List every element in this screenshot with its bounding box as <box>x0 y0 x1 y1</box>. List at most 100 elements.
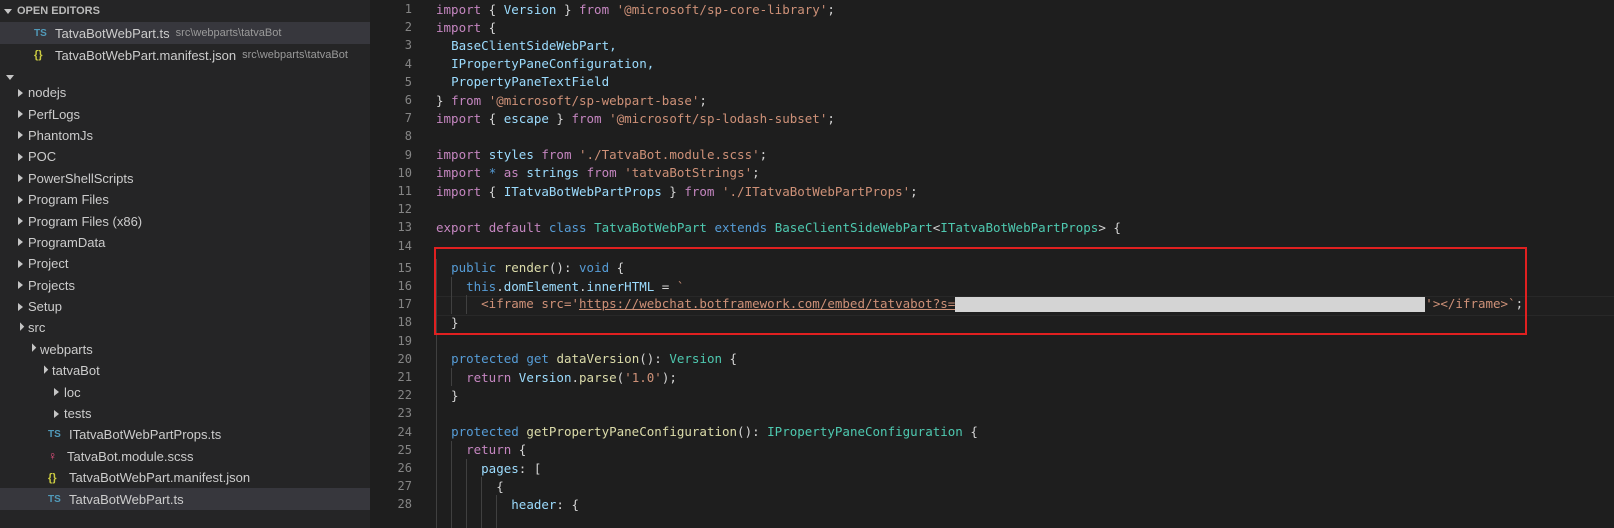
tree-folder[interactable]: Projects <box>0 275 370 296</box>
line-number: 12 <box>397 202 412 217</box>
line-number: 16 <box>397 279 412 294</box>
explorer-sidebar: OPEN EDITORS TS TatvaBotWebPart.ts src\w… <box>0 0 370 528</box>
code-line: 28 header: { <box>370 495 1614 513</box>
tree-file-selected[interactable]: TS TatvaBotWebPart.ts <box>0 488 370 510</box>
open-editors-header[interactable]: OPEN EDITORS <box>0 0 370 22</box>
code-line: 12 <box>370 200 1614 218</box>
chevron-right-icon <box>14 131 26 140</box>
tree-folder-tests[interactable]: tests <box>0 403 370 424</box>
line-number: 21 <box>397 370 412 385</box>
tree-folder-tatvabot[interactable]: tatvaBot <box>0 360 370 381</box>
typescript-file-icon: TS <box>48 493 61 505</box>
code-line: 11 import { ITatvaBotWebPartProps } from… <box>370 182 1614 200</box>
chevron-right-icon <box>14 174 26 183</box>
tree-label: TatvaBotWebPart.ts <box>69 491 184 507</box>
tree-label: src <box>28 320 46 336</box>
line-number: 8 <box>404 129 412 144</box>
annotation-highlight-box <box>434 247 1527 335</box>
open-editor-name: TatvaBotWebPart.manifest.json <box>55 47 237 63</box>
line-number: 23 <box>397 406 412 421</box>
file-tree: nodejs PerfLogs PhantomJs POC PowerShell… <box>0 82 370 510</box>
tree-folder[interactable]: PowerShellScripts <box>0 168 370 189</box>
code-line: 10 import * as strings from 'tatvaBotStr… <box>370 164 1614 182</box>
line-number: 18 <box>397 315 412 330</box>
line-number: 15 <box>397 260 412 275</box>
tree-label: POC <box>28 149 57 165</box>
tree-label: tatvaBot <box>52 363 100 379</box>
typescript-file-icon: TS <box>48 429 61 441</box>
code-line: 13 export default class TatvaBotWebPart … <box>370 218 1614 236</box>
code-line: 4 IPropertyPaneConfiguration, <box>370 55 1614 73</box>
code-line: 9 import styles from './TatvaBot.module.… <box>370 146 1614 164</box>
tree-folder[interactable]: Program Files <box>0 189 370 210</box>
code-line: 22 } <box>370 386 1614 404</box>
open-editor-path: src\webparts\tatvaBot <box>175 27 282 39</box>
open-editor-name: TatvaBotWebPart.ts <box>55 25 170 41</box>
line-number: 3 <box>404 38 412 53</box>
tree-label: PhantomJs <box>28 127 94 143</box>
code-line: 3 BaseClientSideWebPart, <box>370 36 1614 54</box>
line-number: 14 <box>397 238 412 253</box>
line-number: 7 <box>404 111 412 126</box>
chevron-right-icon <box>14 259 26 268</box>
line-number: 17 <box>397 297 412 312</box>
tree-folder-src[interactable]: src <box>0 317 370 338</box>
tree-folder[interactable]: PhantomJs <box>0 125 370 146</box>
tree-label: PowerShellScripts <box>28 170 134 186</box>
scss-file-icon: ♀ <box>48 449 57 464</box>
tree-folder[interactable]: Project <box>0 253 370 274</box>
line-number: 6 <box>404 93 412 108</box>
tree-folder[interactable]: PerfLogs <box>0 103 370 124</box>
code-line: 2 import { <box>370 18 1614 36</box>
tree-label: TatvaBotWebPart.manifest.json <box>69 470 251 486</box>
line-number: 10 <box>397 165 412 180</box>
code-line: 1 import { Version } from '@microsoft/sp… <box>370 0 1614 18</box>
chevron-right-icon <box>14 110 26 119</box>
chevron-down-icon <box>26 343 38 353</box>
typescript-file-icon: TS <box>34 27 47 39</box>
tree-folder[interactable]: Program Files (x86) <box>0 210 370 231</box>
chevron-right-icon <box>14 281 26 290</box>
line-number: 27 <box>397 479 412 494</box>
tree-folder[interactable]: Setup <box>0 296 370 317</box>
code-line: 25 return { <box>370 441 1614 459</box>
line-number: 22 <box>397 388 412 403</box>
tree-folder[interactable]: ProgramData <box>0 232 370 253</box>
chevron-right-icon <box>14 217 26 226</box>
code-line: 26 pages: [ <box>370 459 1614 477</box>
line-number: 28 <box>397 497 412 512</box>
tree-label: ProgramData <box>28 234 106 250</box>
tree-label: Project <box>28 256 69 272</box>
tree-file[interactable]: ♀ TatvaBot.module.scss <box>0 446 370 467</box>
line-number: 13 <box>397 220 412 235</box>
tree-folder[interactable]: nodejs <box>0 82 370 103</box>
tree-label: nodejs <box>28 85 67 101</box>
tree-label: Projects <box>28 277 75 293</box>
line-number: 1 <box>404 2 412 17</box>
code-line: 24 protected getPropertyPaneConfiguratio… <box>370 423 1614 441</box>
chevron-right-icon <box>14 238 26 247</box>
tree-folder-loc[interactable]: loc <box>0 381 370 402</box>
chevron-down-icon <box>38 365 50 374</box>
line-number: 4 <box>404 56 412 71</box>
code-line: 27 { <box>370 477 1614 495</box>
chevron-right-icon <box>50 409 62 418</box>
chevron-right-icon <box>14 88 26 97</box>
code-line: 8 <box>370 127 1614 145</box>
json-file-icon: {} <box>48 471 57 484</box>
tree-folder[interactable]: POC <box>0 146 370 167</box>
tree-file[interactable]: {} TatvaBotWebPart.manifest.json <box>0 467 370 488</box>
open-editor-item[interactable]: {} TatvaBotWebPart.manifest.json src\web… <box>0 44 370 66</box>
tree-label: PerfLogs <box>28 106 81 122</box>
tree-file[interactable]: TS ITatvaBotWebPartProps.ts <box>0 424 370 445</box>
open-editor-item[interactable]: TS TatvaBotWebPart.ts src\webparts\tatva… <box>0 22 370 44</box>
tree-label: tests <box>64 406 92 422</box>
tree-folder-webparts[interactable]: webparts <box>0 339 370 360</box>
code-line: 20 protected get dataVersion(): Version … <box>370 350 1614 368</box>
open-editor-path: src\webparts\tatvaBot <box>242 49 348 61</box>
tree-label: Program Files (x86) <box>28 213 143 229</box>
tree-label: ITatvaBotWebPartProps.ts <box>69 427 222 443</box>
chevron-down-icon <box>6 74 14 80</box>
code-line: 5 PropertyPaneTextField <box>370 73 1614 91</box>
line-number: 2 <box>404 20 412 35</box>
